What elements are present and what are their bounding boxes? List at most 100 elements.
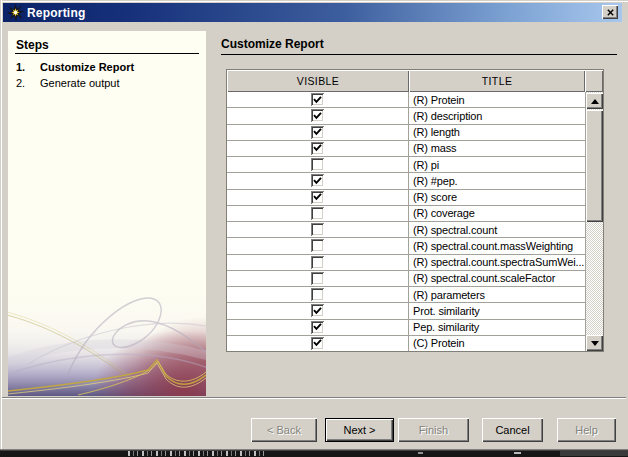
taskbar-specks <box>128 451 268 456</box>
visible-checkbox[interactable] <box>311 142 324 155</box>
table-row[interactable]: (R) spectral.count.massWeighting <box>227 238 585 254</box>
scroll-up-button[interactable] <box>586 93 603 109</box>
table-row[interactable]: (R) length <box>227 125 585 141</box>
check-icon <box>313 339 322 347</box>
arrow-up-icon <box>591 99 599 104</box>
arrow-down-icon <box>591 341 599 346</box>
cancel-button[interactable]: Cancel <box>482 418 543 442</box>
visible-cell <box>227 190 409 205</box>
taskbar-fragment <box>0 451 628 457</box>
check-icon <box>313 307 322 315</box>
table-row[interactable]: (R) spectral.count <box>227 222 585 238</box>
app-icon <box>7 4 24 21</box>
row-title[interactable]: (R) Protein <box>409 92 585 107</box>
visible-checkbox[interactable] <box>311 272 324 285</box>
check-icon <box>313 96 322 104</box>
row-title[interactable]: (R) #pep. <box>409 173 585 188</box>
reporting-dialog: Reporting Steps 1.Customize Report 2.Gen… <box>0 0 628 451</box>
table-row[interactable]: (R) #pep. <box>227 173 585 189</box>
scroll-down-button[interactable] <box>586 335 603 351</box>
row-title[interactable]: (R) spectral.count.scaleFactor <box>409 271 585 286</box>
column-header-visible[interactable]: VISIBLE <box>227 70 409 92</box>
visible-checkbox[interactable] <box>311 207 324 220</box>
column-header-title[interactable]: TITLE <box>409 70 585 92</box>
visible-cell <box>227 303 409 318</box>
titlebar[interactable]: Reporting <box>3 3 622 22</box>
visible-cell <box>227 206 409 221</box>
table-row[interactable]: (R) coverage <box>227 206 585 222</box>
vertical-scrollbar[interactable] <box>585 92 603 351</box>
window-title: Reporting <box>27 6 85 20</box>
visible-cell <box>227 141 409 156</box>
table-row[interactable]: (R) score <box>227 190 585 206</box>
steps-heading: Steps <box>16 38 49 52</box>
separator <box>2 397 626 399</box>
table-row[interactable]: (R) pi <box>227 157 585 173</box>
visible-cell <box>227 255 409 270</box>
visible-checkbox[interactable] <box>311 93 324 106</box>
check-icon <box>313 323 322 331</box>
table-row[interactable]: Prot. similarity <box>227 303 585 319</box>
visible-cell <box>227 173 409 188</box>
visible-checkbox[interactable] <box>311 304 324 317</box>
table-row[interactable]: (R) Protein <box>227 92 585 108</box>
window-border-left <box>0 0 2 451</box>
table-row[interactable]: (R) spectral.count.scaleFactor <box>227 271 585 287</box>
row-title[interactable]: (R) score <box>409 190 585 205</box>
table-row[interactable]: (R) description <box>227 108 585 124</box>
row-title[interactable]: (R) length <box>409 125 585 140</box>
table-row[interactable]: (R) spectral.count.spectraSumWei... <box>227 255 585 271</box>
visible-cell <box>227 92 409 107</box>
visible-cell <box>227 287 409 302</box>
row-title[interactable]: (R) spectral.count.spectraSumWei... <box>409 255 585 270</box>
row-title[interactable]: (C) Protein <box>409 336 585 351</box>
visible-checkbox[interactable] <box>311 239 324 252</box>
row-title[interactable]: (R) spectral.count.massWeighting <box>409 238 585 253</box>
scrollbar-thumb[interactable] <box>586 110 603 222</box>
table-row[interactable]: (R) mass <box>227 141 585 157</box>
check-icon <box>313 112 322 120</box>
row-title[interactable]: Prot. similarity <box>409 303 585 318</box>
visible-checkbox[interactable] <box>311 223 324 236</box>
visible-checkbox[interactable] <box>311 256 324 269</box>
visible-checkbox[interactable] <box>311 191 324 204</box>
visible-checkbox[interactable] <box>311 126 324 139</box>
visible-checkbox[interactable] <box>311 174 324 187</box>
row-title[interactable]: (R) coverage <box>409 206 585 221</box>
table-row[interactable]: (R) parameters <box>227 287 585 303</box>
help-button[interactable]: Help <box>557 418 616 442</box>
visible-checkbox[interactable] <box>311 321 324 334</box>
row-title[interactable]: (R) spectral.count <box>409 222 585 237</box>
visible-cell <box>227 238 409 253</box>
finish-button[interactable]: Finish <box>398 418 469 442</box>
table-row[interactable]: (C) Protein <box>227 336 585 351</box>
visible-cell <box>227 125 409 140</box>
table-row[interactable]: Pep. similarity <box>227 320 585 336</box>
table-header: VISIBLE TITLE <box>227 70 603 92</box>
step-number: 1. <box>16 61 40 73</box>
visible-checkbox[interactable] <box>311 288 324 301</box>
row-title[interactable]: (R) parameters <box>409 287 585 302</box>
row-title[interactable]: (R) mass <box>409 141 585 156</box>
step-item-customize-report: 1.Customize Report <box>16 61 134 73</box>
row-title[interactable]: Pep. similarity <box>409 320 585 335</box>
visible-cell <box>227 108 409 123</box>
step-item-generate-output: 2.Generate output <box>16 77 120 89</box>
row-title[interactable]: (R) pi <box>409 157 585 172</box>
visible-checkbox[interactable] <box>311 109 324 122</box>
step-label: Customize Report <box>40 61 134 73</box>
screen: Reporting Steps 1.Customize Report 2.Gen… <box>0 0 628 457</box>
back-button[interactable]: < Back <box>251 418 317 442</box>
visible-cell <box>227 336 409 351</box>
visible-checkbox[interactable] <box>311 158 324 171</box>
next-button[interactable]: Next > <box>325 418 394 442</box>
close-button[interactable] <box>602 5 618 19</box>
visible-cell <box>227 222 409 237</box>
check-icon <box>313 193 322 201</box>
page-title: Customize Report <box>221 37 324 51</box>
decorative-swirl-image <box>8 264 206 396</box>
visible-cell <box>227 271 409 286</box>
row-title[interactable]: (R) description <box>409 108 585 123</box>
table-body: (R) Protein(R) description(R) length(R) … <box>227 92 585 351</box>
visible-checkbox[interactable] <box>311 337 324 350</box>
